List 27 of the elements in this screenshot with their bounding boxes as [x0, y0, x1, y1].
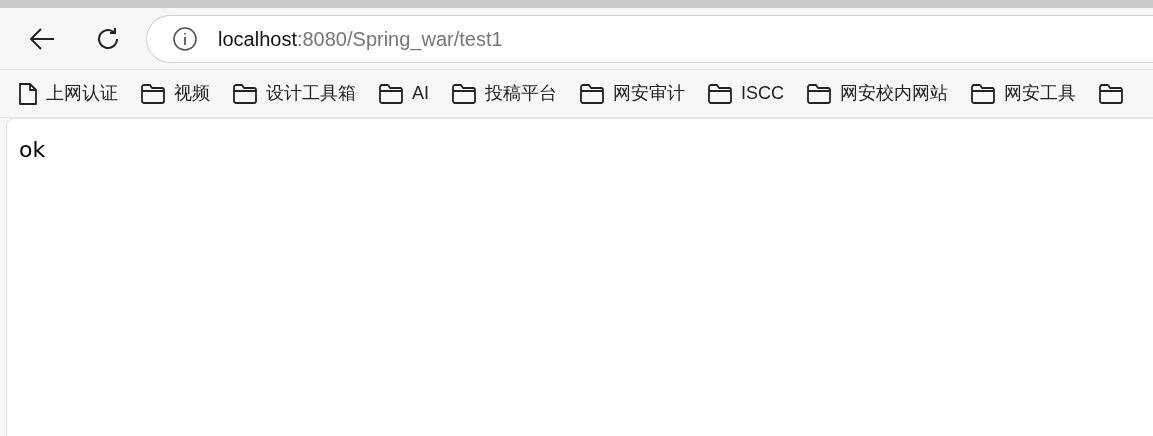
page-icon [18, 81, 38, 106]
bookmark[interactable]: 网安审计 [579, 80, 685, 107]
body-text: ok [19, 137, 46, 162]
bookmark-folder[interactable] [1098, 82, 1125, 105]
address-bar[interactable]: localhost:8080/Spring_war/test1 [146, 14, 1153, 63]
url-host: localhost [218, 26, 297, 50]
folder-icon [451, 82, 477, 105]
bookmark[interactable]: ISCC [707, 80, 785, 107]
folder-icon [970, 82, 997, 105]
back-arrow-icon [28, 26, 56, 51]
reload-icon [95, 25, 121, 52]
bookmark[interactable]: 设计工具箱 [232, 80, 356, 107]
folder-icon [232, 82, 258, 105]
bookmark[interactable]: AI [378, 80, 429, 107]
bookmark[interactable]: 视频 [140, 80, 210, 107]
folder-icon [707, 82, 733, 105]
folder-icon [806, 82, 833, 105]
folder-icon [579, 82, 605, 105]
bookmark[interactable]: 上网认证 [18, 80, 118, 107]
bookmark[interactable]: 投稿平台 [451, 80, 557, 107]
folder-icon [378, 82, 404, 105]
folder-icon [140, 82, 166, 105]
info-icon [172, 25, 198, 52]
folder-icon [1098, 82, 1125, 105]
bookmark[interactable]: 网安校内网站 [806, 80, 949, 107]
url-path: :8080/Spring_war/test1 [296, 26, 503, 53]
bookmark[interactable]: 网安工具 [970, 80, 1077, 107]
